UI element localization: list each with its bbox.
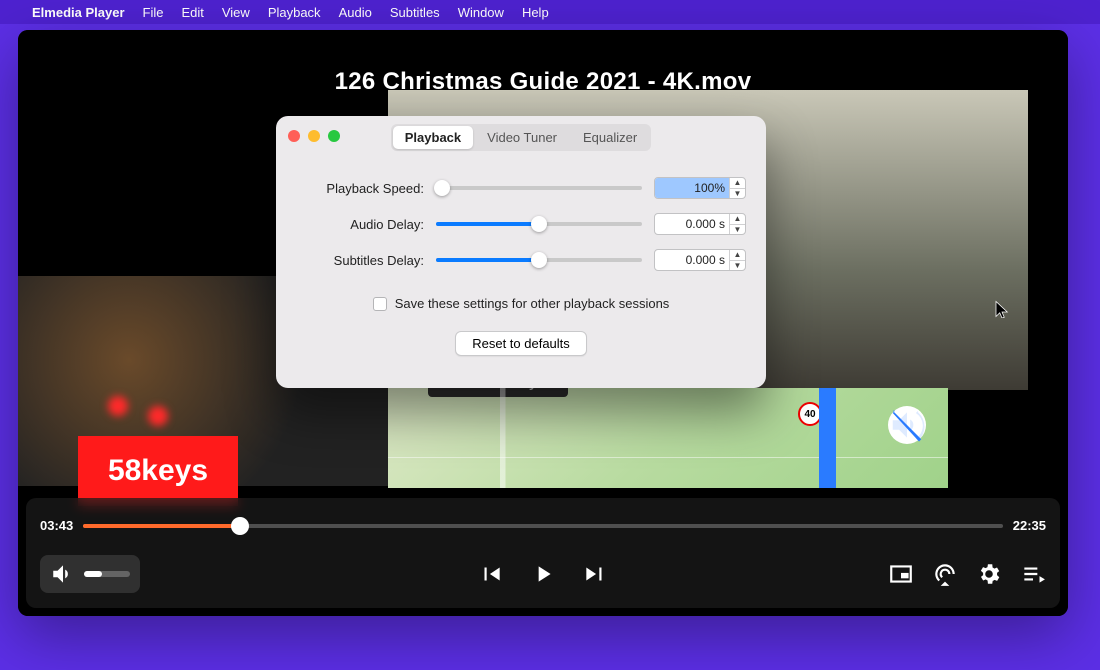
volume-slider[interactable] xyxy=(84,571,130,577)
menu-window[interactable]: Window xyxy=(458,5,504,20)
subtitles-delay-field[interactable]: 0.000 s ▲ ▼ xyxy=(654,249,746,271)
stepper-down-icon[interactable]: ▼ xyxy=(730,189,745,199)
playlist-button[interactable] xyxy=(1020,561,1046,587)
tab-video-tuner[interactable]: Video Tuner xyxy=(475,126,569,149)
previous-button[interactable] xyxy=(478,561,504,587)
menu-help[interactable]: Help xyxy=(522,5,549,20)
save-settings-label: Save these settings for other playback s… xyxy=(395,296,670,311)
audio-delay-field[interactable]: 0.000 s ▲ ▼ xyxy=(654,213,746,235)
menu-subtitles[interactable]: Subtitles xyxy=(390,5,440,20)
play-button[interactable] xyxy=(530,561,556,587)
playback-speed-slider[interactable] xyxy=(436,186,642,190)
slider-thumb[interactable] xyxy=(531,252,547,268)
pip-button[interactable] xyxy=(888,561,914,587)
slider-thumb[interactable] xyxy=(531,216,547,232)
stepper-down-icon[interactable]: ▼ xyxy=(730,225,745,235)
audio-delay-slider[interactable] xyxy=(436,222,642,226)
subtitles-delay-slider[interactable] xyxy=(436,258,642,262)
video-title: 126 Christmas Guide 2021 - 4K.mov xyxy=(18,68,1068,96)
panel-window-controls xyxy=(288,130,340,142)
playback-speed-field[interactable]: 100% ▲ ▼ xyxy=(654,177,746,199)
volume-fill xyxy=(84,571,102,577)
time-elapsed: 03:43 xyxy=(40,518,73,533)
macos-menubar: Elmedia Player File Edit View Playback A… xyxy=(0,0,1100,24)
airplay-button[interactable] xyxy=(932,561,958,587)
subtitles-delay-value[interactable]: 0.000 s xyxy=(655,250,729,270)
map-mute-icon xyxy=(888,406,926,444)
video-frame-map: Broadway 40 xyxy=(388,388,948,488)
video-overlay-logo: 58keys xyxy=(78,436,238,506)
reset-defaults-button[interactable]: Reset to defaults xyxy=(455,331,587,356)
menu-playback[interactable]: Playback xyxy=(268,5,321,20)
playback-settings-panel: Playback Video Tuner Equalizer Playback … xyxy=(276,116,766,388)
playback-speed-value[interactable]: 100% xyxy=(655,178,729,198)
volume-control[interactable] xyxy=(40,555,140,593)
audio-delay-label: Audio Delay: xyxy=(296,217,424,232)
volume-icon xyxy=(50,561,76,587)
next-button[interactable] xyxy=(582,561,608,587)
playback-speed-label: Playback Speed: xyxy=(296,181,424,196)
slider-thumb[interactable] xyxy=(434,180,450,196)
seek-slider[interactable] xyxy=(83,524,1003,528)
menu-audio[interactable]: Audio xyxy=(339,5,372,20)
seek-fill xyxy=(83,524,239,528)
settings-tabs: Playback Video Tuner Equalizer xyxy=(391,124,651,151)
panel-zoom-button[interactable] xyxy=(328,130,340,142)
stepper-up-icon[interactable]: ▲ xyxy=(730,178,745,189)
stepper-up-icon[interactable]: ▲ xyxy=(730,250,745,261)
subtitles-delay-label: Subtitles Delay: xyxy=(296,253,424,268)
audio-delay-value[interactable]: 0.000 s xyxy=(655,214,729,234)
time-total: 22:35 xyxy=(1013,518,1046,533)
panel-close-button[interactable] xyxy=(288,130,300,142)
save-settings-checkbox[interactable] xyxy=(373,297,387,311)
tab-equalizer[interactable]: Equalizer xyxy=(571,126,649,149)
menu-edit[interactable]: Edit xyxy=(181,5,203,20)
stepper-up-icon[interactable]: ▲ xyxy=(730,214,745,225)
menu-view[interactable]: View xyxy=(222,5,250,20)
stepper-down-icon[interactable]: ▼ xyxy=(730,261,745,271)
tab-playback[interactable]: Playback xyxy=(393,126,473,149)
map-speed-badge: 40 xyxy=(798,402,822,426)
seek-thumb[interactable] xyxy=(231,517,249,535)
menu-file[interactable]: File xyxy=(143,5,164,20)
settings-button[interactable] xyxy=(976,561,1002,587)
app-menu[interactable]: Elmedia Player xyxy=(32,5,125,20)
panel-minimize-button[interactable] xyxy=(308,130,320,142)
player-controls: 03:43 22:35 xyxy=(26,498,1060,608)
